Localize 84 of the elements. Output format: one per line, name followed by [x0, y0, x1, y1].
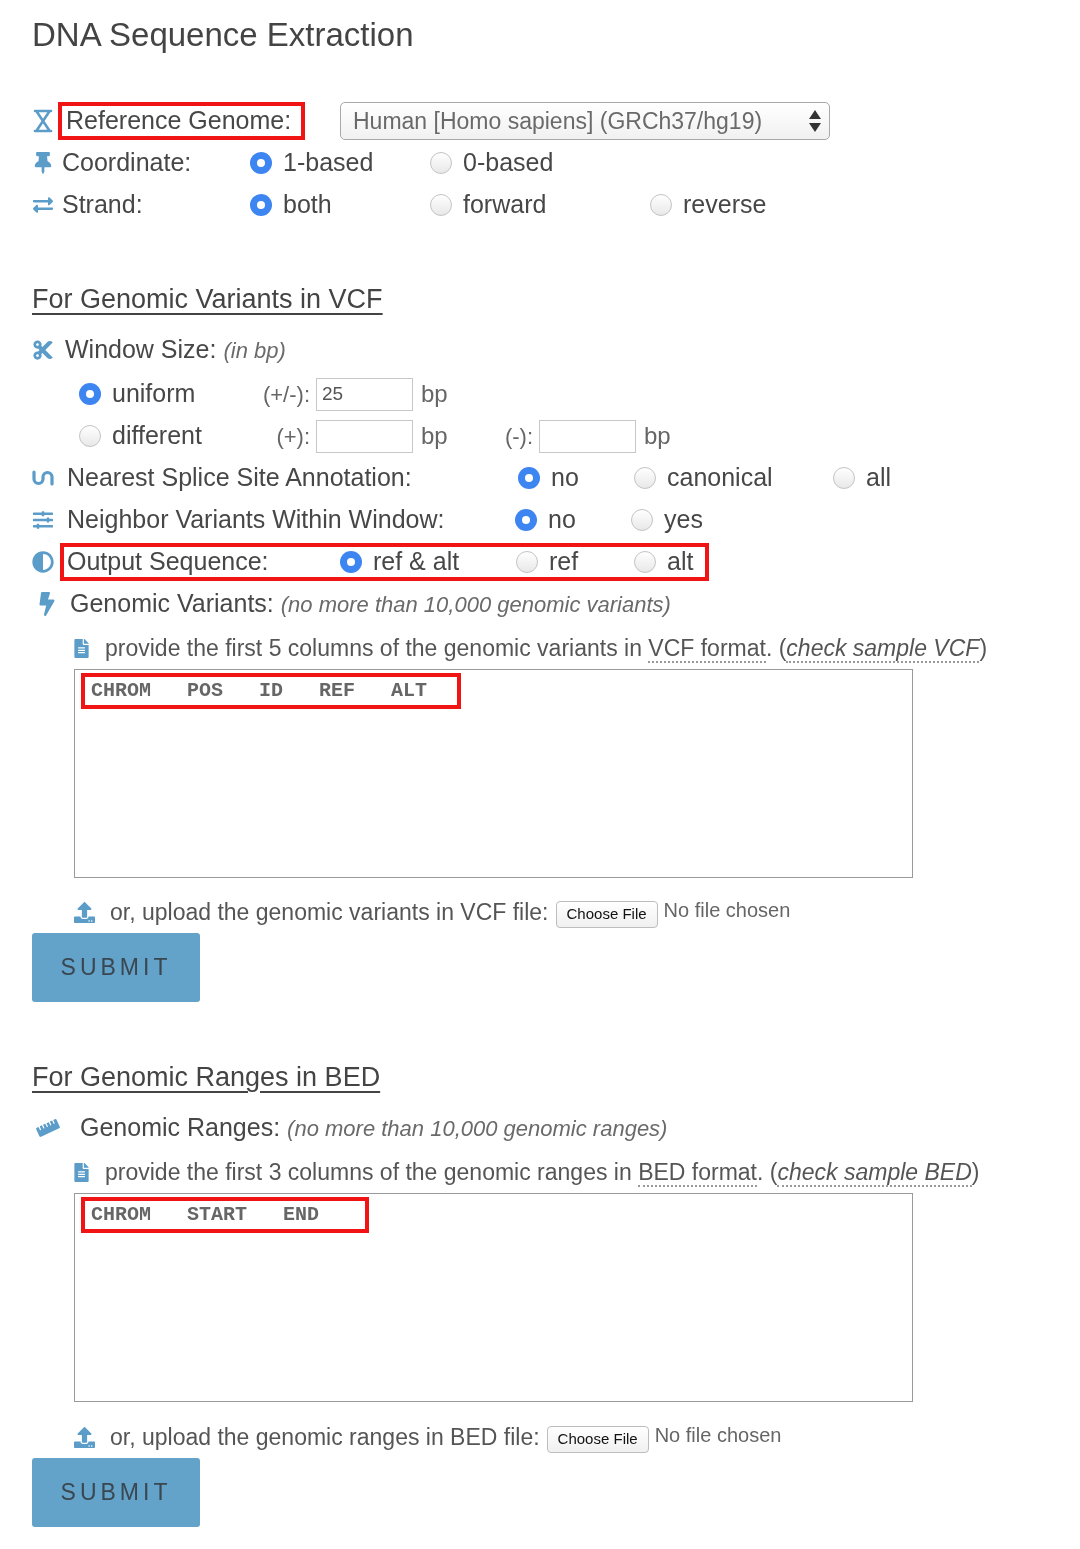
radio-label[interactable]: 0-based — [463, 144, 554, 182]
radio-button[interactable] — [631, 509, 653, 531]
document-icon — [74, 1162, 89, 1182]
page-title: DNA Sequence Extraction — [32, 15, 415, 55]
window-size-field[interactable]: 25 — [316, 377, 413, 411]
radio-button[interactable] — [515, 509, 537, 531]
genome-select[interactable]: Human [Homo sapiens] (GRCh37/hg19) — [340, 102, 830, 140]
radio-button[interactable] — [518, 467, 540, 489]
swap-arrows-icon — [32, 195, 54, 215]
field-label: Reference Genome: — [58, 102, 305, 140]
format-link[interactable]: BED format — [638, 1158, 757, 1187]
sliders-icon — [32, 510, 54, 530]
scissors-icon — [32, 339, 54, 361]
radio-button[interactable] — [833, 467, 855, 489]
unit-label: bp — [644, 422, 671, 449]
radio-label[interactable]: 1-based — [283, 144, 374, 182]
unit-label: bp — [421, 422, 448, 449]
field-prefix: (+): — [275, 422, 311, 451]
radio-button[interactable] — [430, 152, 452, 174]
sequence-input-field[interactable]: CHROM START END — [74, 1193, 913, 1402]
window-size-field[interactable] — [539, 419, 636, 453]
field-label: Output Sequence: — [67, 546, 270, 578]
upload-icon — [74, 1426, 95, 1448]
choose-file-button[interactable]: Choose File — [555, 900, 658, 928]
instruction-text: provide the first 3 columns of the genomic ranges in BED format. (check sample BED) — [105, 1157, 980, 1189]
radio-label[interactable]: no — [551, 459, 579, 497]
radio-label[interactable]: ref & alt — [373, 543, 460, 581]
radio-button[interactable] — [430, 194, 452, 216]
upload-label: or, upload the genomic variants in VCF file: — [110, 897, 549, 927]
section-heading: For Genomic Variants in VCF — [32, 283, 384, 316]
radio-label[interactable]: alt — [667, 543, 694, 581]
lightning-icon — [39, 592, 55, 616]
updown-arrows-icon — [809, 110, 821, 132]
field-label: Strand: — [61, 189, 144, 221]
placeholder-text: CHROM START END — [81, 1197, 370, 1233]
field-label: Window Size: — [65, 334, 217, 366]
upload-label: or, upload the genomic ranges in BED file: — [110, 1422, 540, 1452]
hourglass-icon — [33, 109, 53, 133]
radio-button[interactable] — [250, 194, 272, 216]
radio-label[interactable]: both — [283, 186, 332, 224]
wave-icon — [32, 469, 54, 487]
field-hint: (no more than 10,000 genomic ranges) — [287, 1114, 668, 1143]
field-label: Nearest Splice Site Annotation: — [67, 462, 413, 494]
radio-label[interactable]: canonical — [667, 459, 773, 497]
radio-label[interactable]: yes — [664, 501, 703, 539]
upload-icon — [74, 901, 95, 923]
radio-label[interactable]: no — [548, 501, 576, 539]
sequence-input-field[interactable]: CHROM POS ID REF ALT — [74, 669, 913, 878]
pin-icon — [34, 152, 52, 174]
file-status: No file chosen — [663, 898, 791, 923]
unit-label: bp — [421, 380, 448, 407]
radio-button[interactable] — [340, 551, 362, 573]
field-label: Neighbor Variants Within Window: — [67, 504, 446, 536]
radio-label[interactable]: ref — [549, 543, 579, 581]
radio-button[interactable] — [634, 467, 656, 489]
file-status: No file chosen — [654, 1423, 782, 1448]
radio-label[interactable]: all — [866, 459, 891, 497]
radio-label[interactable]: forward — [463, 186, 547, 224]
field-label: Genomic Variants: — [70, 588, 274, 620]
radio-button[interactable] — [250, 152, 272, 174]
field-label: Genomic Ranges: — [80, 1112, 281, 1144]
sample-link[interactable]: check sample VCF — [786, 634, 980, 663]
radio-button[interactable] — [634, 551, 656, 573]
window-size-field[interactable] — [316, 419, 413, 453]
radio-label[interactable]: different — [112, 417, 202, 455]
instruction-text: provide the first 5 columns of the genomic variants in VCF format. (check sample VCF) — [105, 633, 988, 665]
radio-button[interactable] — [79, 383, 101, 405]
field-prefix: (+/-): — [261, 380, 311, 409]
choose-file-button[interactable]: Choose File — [546, 1425, 649, 1453]
radio-label[interactable]: reverse — [683, 186, 767, 224]
placeholder-text: CHROM POS ID REF ALT — [81, 673, 462, 709]
field-hint: (no more than 10,000 genomic variants) — [280, 590, 671, 619]
radio-button[interactable] — [650, 194, 672, 216]
format-link[interactable]: VCF format — [648, 634, 766, 663]
section-heading: For Genomic Ranges in BED — [32, 1061, 382, 1094]
radio-label[interactable]: uniform — [112, 375, 196, 413]
sample-link[interactable]: check sample BED — [777, 1158, 972, 1187]
field-prefix: (-): — [503, 422, 534, 451]
field-label: Coordinate: — [61, 147, 193, 179]
document-icon — [74, 638, 89, 658]
contrast-icon — [32, 551, 54, 573]
field-hint: (in bp) — [223, 336, 286, 365]
radio-button[interactable] — [79, 425, 101, 447]
radio-button[interactable] — [516, 551, 538, 573]
